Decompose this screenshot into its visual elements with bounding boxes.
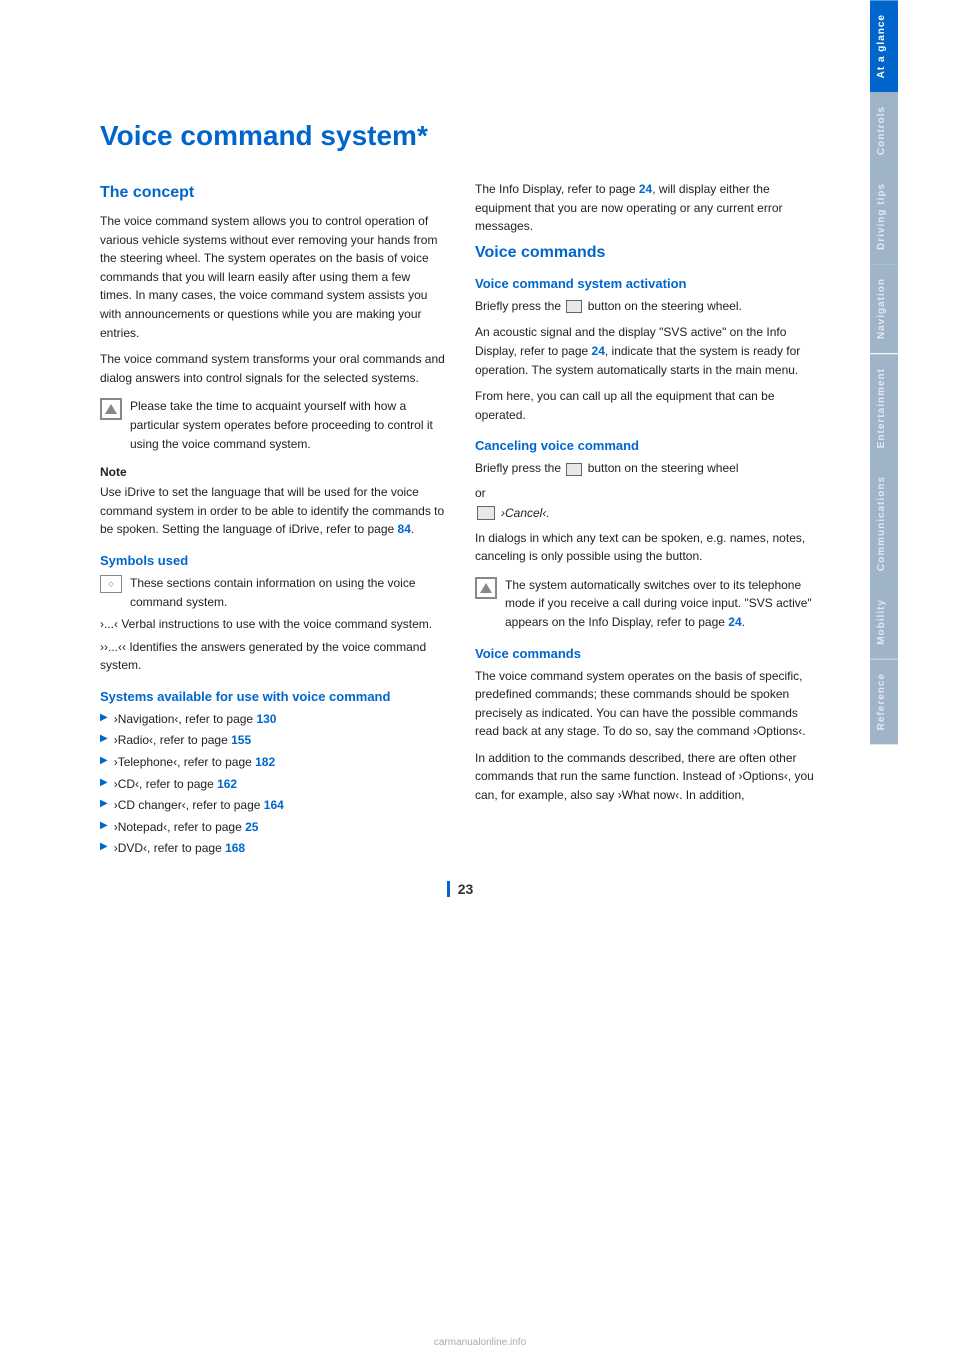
- voice-cmds-para2: In addition to the commands described, t…: [475, 749, 820, 805]
- symbol2-text: ›...‹ Verbal instructions to use with th…: [100, 615, 432, 634]
- cancel-cmd: ›Cancel‹.: [501, 504, 550, 523]
- info-display-page[interactable]: 24: [639, 182, 652, 196]
- activation-para2: An acoustic signal and the display "SVS …: [475, 323, 820, 379]
- list-item: ▶ ›Notepad‹, refer to page 25: [100, 818, 445, 837]
- sidebar: At a glance Controls Driving tips Naviga…: [870, 0, 898, 1358]
- list-item: ▶ ›Telephone‹, refer to page 182: [100, 753, 445, 772]
- steering-btn-icon: [566, 300, 582, 313]
- list-item: ▶ ›CD‹, refer to page 162: [100, 775, 445, 794]
- symbol3-text: ››...‹‹ Identifies the answers generated…: [100, 638, 445, 675]
- sidebar-tab-controls[interactable]: Controls: [870, 92, 898, 169]
- sidebar-tab-reference[interactable]: Reference: [870, 659, 898, 744]
- canceling-tip-icon: [475, 577, 497, 599]
- list-arrow-icon: ▶: [100, 777, 108, 788]
- concept-tip-text: Please take the time to acquaint yoursel…: [130, 397, 445, 453]
- list-item: ▶ ›CD changer‹, refer to page 164: [100, 796, 445, 815]
- voice-cmds-subtitle: Voice commands: [475, 646, 820, 661]
- concept-tip-box: Please take the time to acquaint yoursel…: [100, 397, 445, 453]
- page-number-bar: 23: [100, 881, 820, 897]
- note-label: Note: [100, 465, 445, 479]
- or-text: or: [475, 486, 820, 500]
- list-arrow-icon: ▶: [100, 841, 108, 852]
- cancel-mic-icon: [477, 506, 495, 520]
- concept-para1: The voice command system allows you to c…: [100, 212, 445, 342]
- concept-para2: The voice command system transforms your…: [100, 350, 445, 387]
- sidebar-tab-mobility[interactable]: Mobility: [870, 585, 898, 659]
- symbol-row-3: ››...‹‹ Identifies the answers generated…: [100, 638, 445, 675]
- cancel-btn-icon: [566, 463, 582, 476]
- sidebar-tab-communications[interactable]: Communications: [870, 462, 898, 585]
- canceling-tip-box: The system automatically switches over t…: [475, 576, 820, 632]
- note-text: Use iDrive to set the language that will…: [100, 483, 445, 539]
- canceling-tip-page[interactable]: 24: [728, 615, 741, 629]
- watermark: carmanualonline.info: [434, 1337, 526, 1348]
- concept-title: The concept: [100, 184, 445, 202]
- sidebar-tab-entertainment[interactable]: Entertainment: [870, 354, 898, 462]
- page-number: 23: [447, 881, 474, 897]
- list-item: ▶ ›Radio‹, refer to page 155: [100, 731, 445, 750]
- symbol-row-2: ›...‹ Verbal instructions to use with th…: [100, 615, 445, 634]
- list-item: ▶ ›Navigation‹, refer to page 130: [100, 710, 445, 729]
- activation-title: Voice command system activation: [475, 276, 820, 291]
- tip-triangle-icon: [100, 398, 122, 420]
- systems-label: Systems available for use with voice com…: [100, 689, 445, 704]
- canceling-tip-text: The system automatically switches over t…: [505, 576, 820, 632]
- symbol1-text: These sections contain information on us…: [130, 574, 445, 611]
- activation-para1: Briefly press the button on the steering…: [475, 297, 820, 316]
- list-arrow-icon: ▶: [100, 733, 108, 744]
- activation-para3: From here, you can call up all the equip…: [475, 387, 820, 424]
- list-arrow-icon: ▶: [100, 755, 108, 766]
- canceling-title: Canceling voice command: [475, 438, 820, 453]
- list-arrow-icon: ▶: [100, 798, 108, 809]
- symbol-row-1: ◇ These sections contain information on …: [100, 574, 445, 611]
- mic-symbol-icon: ◇: [100, 575, 122, 593]
- symbols-label: Symbols used: [100, 553, 445, 568]
- sidebar-tab-navigation[interactable]: Navigation: [870, 264, 898, 353]
- voice-cmds-para1: The voice command system operates on the…: [475, 667, 820, 741]
- list-arrow-icon: ▶: [100, 712, 108, 723]
- activation-page[interactable]: 24: [592, 344, 605, 358]
- cancel-cmd-row: ›Cancel‹.: [475, 504, 820, 523]
- sidebar-tab-driving-tips[interactable]: Driving tips: [870, 169, 898, 264]
- canceling-para1: Briefly press the button on the steering…: [475, 459, 820, 478]
- list-arrow-icon: ▶: [100, 820, 108, 831]
- page-title: Voice command system*: [100, 120, 820, 152]
- canceling-para2: In dialogs in which any text can be spok…: [475, 529, 820, 566]
- info-display-text: The Info Display, refer to page 24, will…: [475, 180, 820, 236]
- note-page-link[interactable]: 84: [398, 522, 411, 536]
- sidebar-tab-at-a-glance[interactable]: At a glance: [870, 0, 898, 92]
- voice-commands-title: Voice commands: [475, 244, 820, 262]
- list-item: ▶ ›DVD‹, refer to page 168: [100, 839, 445, 858]
- systems-list: ▶ ›Navigation‹, refer to page 130 ▶ ›Rad…: [100, 710, 445, 858]
